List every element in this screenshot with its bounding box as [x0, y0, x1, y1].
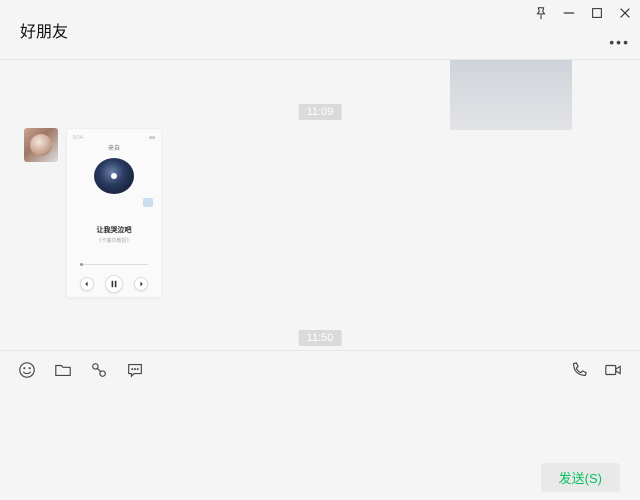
timestamp: 11:09: [299, 104, 342, 120]
input-toolbar: [0, 350, 640, 388]
maximize-icon[interactable]: [590, 6, 604, 20]
mc-battery: ■■: [149, 135, 155, 141]
folder-icon[interactable]: [54, 361, 72, 379]
song-title: 让我哭泣吧: [97, 225, 132, 235]
voice-call-icon[interactable]: [570, 361, 588, 379]
mc-user: 来自: [108, 143, 120, 152]
message-input[interactable]: 发送(S): [0, 388, 640, 500]
next-track-icon: [134, 277, 148, 291]
prev-track-icon: [80, 277, 94, 291]
music-player-screenshot[interactable]: 9:24 ■■ 来自 让我哭泣吧 《卡塞尔教授》: [66, 128, 162, 298]
incoming-image-thumb[interactable]: [450, 60, 572, 130]
message-row: 9:24 ■■ 来自 让我哭泣吧 《卡塞尔教授》: [24, 128, 162, 298]
pause-icon: [105, 275, 123, 293]
minimize-icon[interactable]: [562, 6, 576, 20]
video-call-icon[interactable]: [604, 361, 622, 379]
close-icon[interactable]: [618, 6, 632, 20]
mc-time: 9:24: [73, 135, 83, 141]
emoji-icon[interactable]: [18, 361, 36, 379]
progress-bar: [80, 264, 149, 265]
more-icon[interactable]: •••: [609, 34, 630, 50]
avatar[interactable]: [24, 128, 58, 162]
timestamp: 11:50: [299, 330, 342, 346]
chat-history-icon[interactable]: [126, 361, 144, 379]
chat-area: 11:09 9:24 ■■ 来自 让我哭泣吧 《卡塞尔教授》: [0, 60, 640, 350]
chat-title: 好朋友: [20, 0, 68, 42]
album-disc: [94, 158, 134, 194]
screenshot-icon[interactable]: [90, 361, 108, 379]
share-icon: [143, 198, 153, 207]
pin-icon[interactable]: [534, 6, 548, 20]
song-subtitle: 《卡塞尔教授》: [96, 237, 131, 244]
send-button[interactable]: 发送(S): [541, 463, 620, 492]
